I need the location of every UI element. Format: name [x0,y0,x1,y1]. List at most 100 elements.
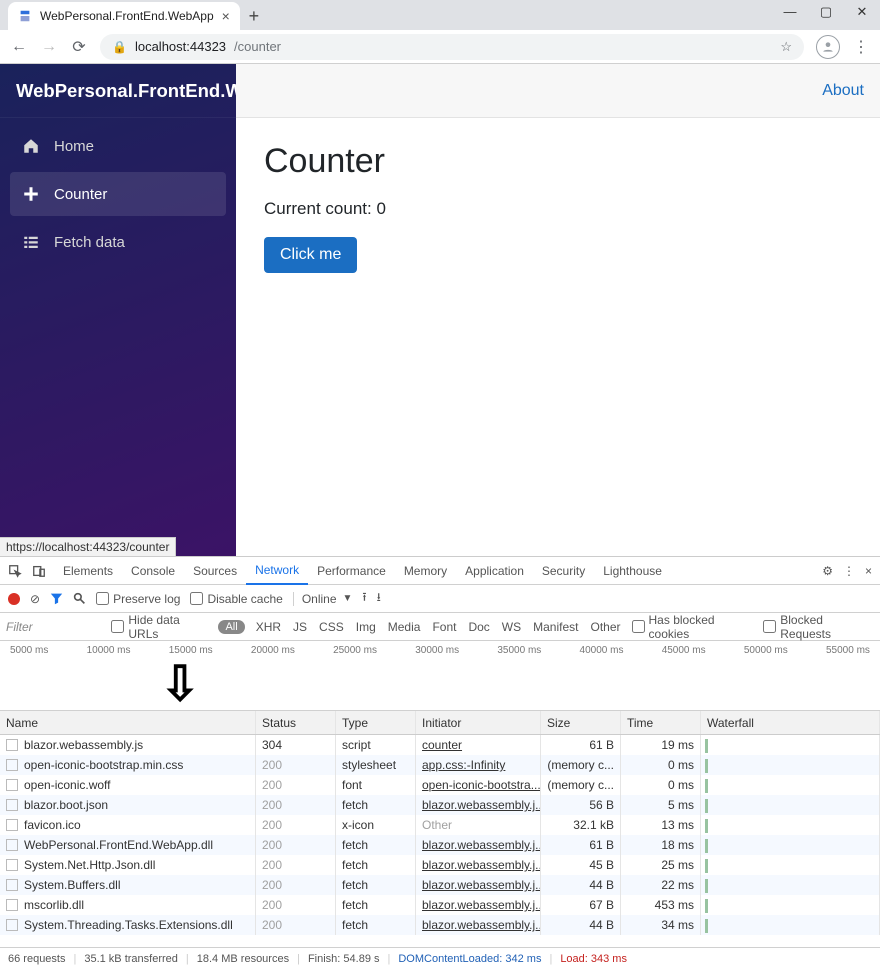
cell-initiator[interactable]: blazor.webassembly.j... [416,895,541,915]
search-icon[interactable] [73,592,86,605]
blocked-cookies-checkbox[interactable]: Has blocked cookies [632,613,756,641]
network-row[interactable]: open-iconic.woff200fontopen-iconic-boots… [0,775,880,795]
filter-type-other[interactable]: Other [588,620,624,634]
column-header-size[interactable]: Size [541,711,621,734]
filter-type-img[interactable]: Img [353,620,379,634]
network-row[interactable]: mscorlib.dll200fetchblazor.webassembly.j… [0,895,880,915]
network-row[interactable]: System.Buffers.dll200fetchblazor.webasse… [0,875,880,895]
devtools-tab-lighthouse[interactable]: Lighthouse [594,557,671,585]
devtools-tab-performance[interactable]: Performance [308,557,395,585]
summary-requests: 66 requests [8,953,65,965]
devtools-tab-application[interactable]: Application [456,557,533,585]
omnibox[interactable]: 🔒 localhost:44323/counter ☆ [100,34,804,60]
cell-initiator[interactable]: open-iconic-bootstra... [416,775,541,795]
cell-initiator[interactable]: app.css:-Infinity [416,755,541,775]
disable-cache-checkbox[interactable]: Disable cache [190,592,282,606]
minimize-icon[interactable]: — [780,4,800,20]
about-link[interactable]: About [822,82,864,100]
devtools-tab-network[interactable]: Network [246,557,308,585]
file-icon [6,919,18,931]
cell-time: 34 ms [621,915,701,935]
new-tab-button[interactable]: + [240,2,268,30]
filter-all-pill[interactable]: All [218,620,244,634]
column-header-initiator[interactable]: Initiator [416,711,541,734]
blocked-requests-checkbox[interactable]: Blocked Requests [763,613,874,641]
filter-funnel-icon[interactable] [50,592,63,605]
devtools-tab-elements[interactable]: Elements [54,557,122,585]
preserve-log-checkbox[interactable]: Preserve log [96,592,180,606]
filter-type-font[interactable]: Font [429,620,459,634]
network-row[interactable]: blazor.boot.json200fetchblazor.webassemb… [0,795,880,815]
filter-type-doc[interactable]: Doc [465,620,492,634]
network-row[interactable]: open-iconic-bootstrap.min.css200styleshe… [0,755,880,775]
forward-icon: → [40,38,58,56]
throttling-select[interactable]: Online ▼ [293,592,353,606]
file-icon [6,839,18,851]
sidebar-item-home[interactable]: Home [10,124,226,168]
kebab-icon[interactable]: ⋮ [841,564,857,578]
inspect-icon[interactable] [6,564,24,578]
network-timeline[interactable]: 5000 ms10000 ms15000 ms20000 ms25000 ms3… [0,641,880,711]
column-header-name[interactable]: Name [0,711,256,734]
devtools-tab-sources[interactable]: Sources [184,557,246,585]
cell-initiator[interactable]: blazor.webassembly.j... [416,875,541,895]
cell-status: 200 [256,915,336,935]
maximize-icon[interactable]: ▢ [816,4,836,20]
cell-time: 25 ms [621,855,701,875]
filter-type-css[interactable]: CSS [316,620,347,634]
cell-initiator[interactable]: blazor.webassembly.j... [416,795,541,815]
cell-name: System.Buffers.dll [0,875,256,895]
download-har-icon[interactable]: ⭳ [377,588,381,609]
filter-type-xhr[interactable]: XHR [253,620,284,634]
devtools: ElementsConsoleSourcesNetworkPerformance… [0,556,880,970]
settings-gear-icon[interactable]: ⚙ [820,564,835,578]
sidebar-item-label: Fetch data [54,234,125,251]
cell-initiator[interactable]: blazor.webassembly.j... [416,855,541,875]
column-header-waterfall[interactable]: Waterfall [701,711,880,734]
filter-type-js[interactable]: JS [290,620,310,634]
address-bar-row: ← → ⟳ 🔒 localhost:44323/counter ☆ ⋮ [0,30,880,64]
home-icon [22,137,40,155]
timeline-tick: 55000 ms [826,645,870,656]
network-row[interactable]: System.Net.Http.Json.dll200fetchblazor.w… [0,855,880,875]
devtools-tab-security[interactable]: Security [533,557,594,585]
profile-avatar[interactable] [816,35,840,59]
back-icon[interactable]: ← [10,38,28,56]
sidebar-item-fetch-data[interactable]: Fetch data [10,220,226,264]
click-me-button[interactable]: Click me [264,237,357,273]
devtools-tab-memory[interactable]: Memory [395,557,456,585]
sidebar-item-counter[interactable]: Counter [10,172,226,216]
disable-cache-label: Disable cache [207,592,282,606]
browser-tab[interactable]: WebPersonal.FrontEnd.WebApp × [8,2,240,30]
cell-size: 56 B [541,795,621,815]
clear-icon[interactable]: ⊘ [30,592,40,606]
cell-initiator[interactable]: blazor.webassembly.j... [416,915,541,935]
network-row[interactable]: blazor.webassembly.js304scriptcounter61 … [0,735,880,755]
column-header-type[interactable]: Type [336,711,416,734]
devtools-close-icon[interactable]: × [863,564,874,578]
column-header-status[interactable]: Status [256,711,336,734]
filter-input[interactable]: Filter [6,620,103,634]
upload-har-icon[interactable]: ⭱ [362,588,366,609]
tab-close-icon[interactable]: × [222,8,230,24]
devtools-tab-console[interactable]: Console [122,557,184,585]
cell-initiator[interactable]: counter [416,735,541,755]
bookmark-star-icon[interactable]: ☆ [780,39,792,55]
close-icon[interactable]: ✕ [852,4,872,20]
filter-type-manifest[interactable]: Manifest [530,620,581,634]
network-row[interactable]: System.Threading.Tasks.Extensions.dll200… [0,915,880,935]
cell-initiator[interactable]: Other [416,815,541,835]
cell-status: 200 [256,775,336,795]
cell-type: x-icon [336,815,416,835]
reload-icon[interactable]: ⟳ [70,37,88,57]
device-icon[interactable] [30,564,48,578]
filter-type-ws[interactable]: WS [499,620,524,634]
network-row[interactable]: WebPersonal.FrontEnd.WebApp.dll200fetchb… [0,835,880,855]
record-icon[interactable] [8,593,20,605]
hide-data-urls-checkbox[interactable]: Hide data URLs [111,613,210,641]
column-header-time[interactable]: Time [621,711,701,734]
more-icon[interactable]: ⋮ [852,37,870,57]
filter-type-media[interactable]: Media [385,620,424,634]
network-row[interactable]: favicon.ico200x-iconOther32.1 kB13 ms [0,815,880,835]
cell-initiator[interactable]: blazor.webassembly.j... [416,835,541,855]
